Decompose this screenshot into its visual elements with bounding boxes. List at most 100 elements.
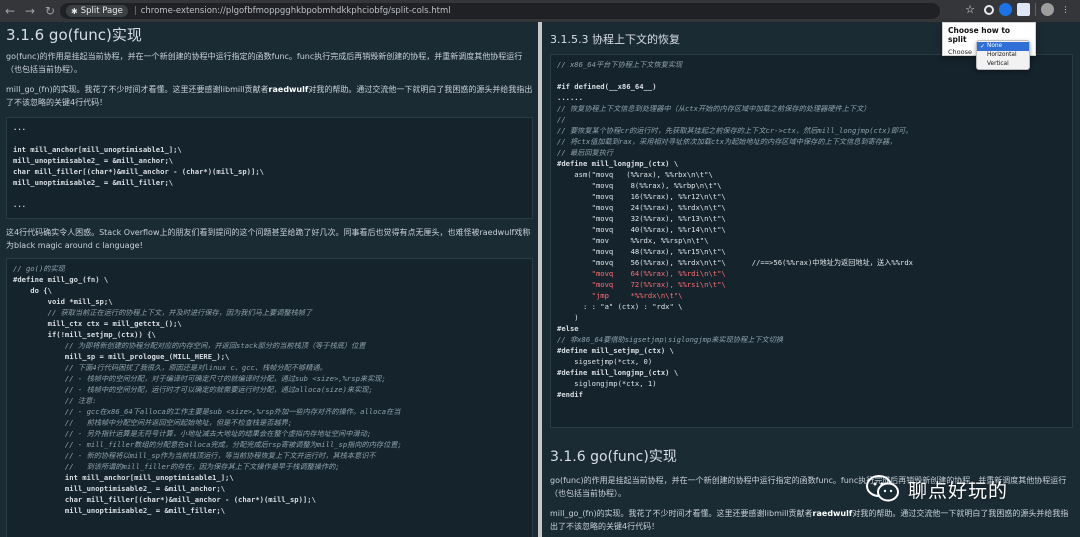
- left-code-2-line: do {\: [13, 286, 52, 295]
- right-code-line: "movq 24(%%rax), %%rdx\n\t"\: [557, 203, 726, 212]
- right-code-line: #define mill_longjmp_(ctx) \: [557, 368, 679, 377]
- url-separator: |: [133, 6, 137, 16]
- right-code-line: // 非x86_64要借助sigsetjmp\siglongjmp来实现协程上下…: [557, 335, 784, 344]
- avatar[interactable]: [1041, 3, 1054, 16]
- split-option-label: Vertical: [987, 61, 1009, 67]
- split-option-none[interactable]: ✓ None: [977, 42, 1029, 51]
- right-code-line: // 要恢复某个协程cr的运行时，先获取其挂起之前保存的上下文cr->ctx，然…: [557, 126, 913, 135]
- right-code-line: : : "a" (ctx) : "rdx" \: [557, 302, 683, 311]
- right-code-line: #define mill_setjmp_(ctx) \: [557, 346, 674, 355]
- left-code-1-line: ...: [13, 200, 26, 209]
- left-code-1-line: int mill_anchor[mill_unoptimisable1_];\: [13, 145, 182, 154]
- left-code-2-line: mill_sp = mill_prologue_(MILL_HERE_);\: [13, 352, 230, 361]
- left-code-2-line: char mill_filler[(char*)&mill_anchor - (…: [13, 495, 316, 504]
- left-code-block-1: ... int mill_anchor[mill_unoptimisable1_]…: [6, 117, 533, 219]
- wechat-icon: [866, 474, 900, 504]
- menu-dots-icon[interactable]: ⋮: [1059, 3, 1072, 16]
- right-paragraph-2-text-a: mill_go_(fn)的实现。我花了不少时间才看懂。这里还要感谢libmill…: [550, 509, 813, 518]
- left-code-1-line: [13, 133, 526, 144]
- left-paragraph-1: go(func)的作用是挂起当前协程，并在一个新创建的协程中运行指定的函数fun…: [6, 52, 523, 74]
- right-code-line: // 最后回复执行: [557, 148, 614, 157]
- right-code-line: #endif: [557, 390, 583, 399]
- right-code-line: "movq 32(%%rax), %%r13\n\t"\: [557, 214, 726, 223]
- left-code-2-line: // 注意:: [13, 396, 97, 405]
- left-code-2-line: // - gcc在x86_64下alloca的工作主要是sub <size>,%…: [13, 407, 401, 416]
- back-icon[interactable]: ←: [0, 0, 20, 22]
- left-code-2-line: mill_unoptimisable2_ = &mill_filler;\: [13, 506, 226, 515]
- extension-name: Split Page: [80, 6, 123, 16]
- right-paragraph-2: mill_go_(fn)的实现。我花了不少时间才看懂。这里还要感谢libmill…: [550, 507, 1076, 533]
- left-code-2-line: // 获取当前正在运行的协程上下文，并及时进行保存，因为我们马上要调整栈帧了: [13, 308, 313, 317]
- right-heading-2: 3.1.6 go(func)实现: [550, 449, 677, 465]
- left-code-2-line: mill_ctx ctx = mill_getctx_();\: [13, 319, 182, 328]
- forward-icon[interactable]: →: [20, 0, 40, 22]
- right-pane[interactable]: 3.1.5.3 协程上下文的恢复 // x86_64平台下协程上下文恢复实现 #i…: [542, 22, 1080, 537]
- right-code-line: asm("movq (%%rax), %%rbx\n\t"\: [557, 170, 713, 179]
- right-code-line: ): [557, 313, 579, 322]
- right-code-line: //: [557, 115, 566, 124]
- left-code-1-line: mill_unoptimisable2_ = &mill_anchor;\: [13, 156, 174, 165]
- address-bar[interactable]: ✱ Split Page | chrome-extension://plgofb…: [60, 3, 940, 19]
- blue-extension-icon[interactable]: [999, 3, 1012, 16]
- left-paragraph-2: mill_go_(fn)的实现。我花了不少时间才看懂。这里还要感谢libmill…: [6, 83, 534, 109]
- left-code-1-line: mill_unoptimisable2_ = &mill_filler;\: [13, 178, 174, 187]
- split-option-horizontal[interactable]: Horizontal: [977, 51, 1029, 60]
- right-code-line: "movq 8(%%rax), %%rbp\n\t"\: [557, 181, 722, 190]
- puzzle-icon: ✱: [71, 6, 78, 16]
- right-code-line: [557, 70, 1066, 81]
- left-code-2-line: mill_unoptimisable2_ = &mill_anchor;\: [13, 484, 226, 493]
- right-code-line: "mov %%rdx, %%rsp\n\t"\: [557, 236, 709, 245]
- extension-chip[interactable]: ✱ Split Page: [66, 5, 128, 17]
- right-code-line: "jmp *%%rdx\n\t"\: [557, 291, 683, 300]
- left-pane[interactable]: 3.1.6 go(func)实现 go(func)的作用是挂起当前协程，并在一个…: [0, 22, 538, 537]
- left-paragraph-2-text-a: mill_go_(fn)的实现。我花了不少时间才看懂。这里还要感谢libmill…: [6, 85, 269, 94]
- left-heading: 3.1.6 go(func)实现: [6, 26, 142, 44]
- left-code-2-line: // - 另外指针运算是无符号计算，小地址减去大地址的结果会在整个虚拟内存地址空…: [13, 429, 372, 438]
- bookmark-star-icon[interactable]: ☆: [965, 3, 975, 16]
- left-paragraph-2-bold: raedwulf: [268, 85, 309, 94]
- left-code-2-line: #define mill_go_(fn) \: [13, 275, 109, 284]
- left-code-2-line: void *mill_sp;\: [13, 297, 113, 306]
- right-code-line: #if defined(__x86_64__): [557, 82, 657, 91]
- left-code-2-line: // go()的实现: [13, 264, 65, 273]
- reload-icon[interactable]: ↻: [40, 0, 60, 22]
- right-code-line: #define mill_longjmp_(ctx) \: [557, 159, 679, 168]
- right-code-line: "movq 72(%%rax), %%rsi\n\t"\: [557, 280, 726, 289]
- left-code-2-line: // - 栈帧中的空间分配，运行时才可以确定的就需要运行时分配，通过alloca…: [13, 385, 373, 394]
- left-code-2-line: // 前栈帧中分配空间并返回空间起始地址，但是不检查栈是否越界;: [13, 418, 293, 427]
- left-code-2-line: // 下面4行代码困扰了我很久，原因还是对linux c、gcc、栈帧分配不够精…: [13, 363, 327, 372]
- left-paragraph-3: 这4行代码确实令人困惑。Stack Overflow上的朋友们看到提问的这个问题…: [6, 228, 531, 250]
- right-code-line: ......: [557, 93, 583, 102]
- wechat-watermark: 聊点好玩的: [866, 474, 1008, 504]
- watermark-text: 聊点好玩的: [908, 479, 1009, 502]
- left-code-1-line: char mill_filler[(char*)&mill_anchor - (…: [13, 167, 264, 176]
- right-code-line: siglongjmp(*ctx, 1): [557, 379, 657, 388]
- right-code-line: "movq 16(%%rax), %%r12\n\t"\: [557, 192, 726, 201]
- url-text: chrome-extension://plgofbfmoppgghkbpobmh…: [140, 6, 451, 16]
- circle-extension-icon[interactable]: [984, 4, 994, 15]
- right-heading-1: 3.1.5.3 协程上下文的恢复: [550, 33, 680, 46]
- left-code-1-line: ...: [13, 123, 26, 132]
- left-code-2-line: if(!mill_setjmp_(ctx)) {\: [13, 330, 156, 339]
- right-code-line: "movq 64(%%rax), %%rdi\n\t"\: [557, 269, 726, 278]
- toolbar-separator: [1035, 3, 1036, 16]
- split-page-extension-icon[interactable]: [1017, 3, 1030, 16]
- left-code-2-line: // - mill_filler数组的分配意在alloca完成，分配完成后rsp…: [13, 440, 402, 449]
- right-code-line: sigsetjmp(*ctx, 0): [557, 357, 653, 366]
- right-code-line: "movq 56(%%rax), %%rdx\n\t"\ //==>56(%%r…: [557, 258, 914, 267]
- right-code-line: "movq 48(%%rax), %%r15\n\t"\: [557, 247, 726, 256]
- left-code-2-line: // 为即将新创建的协程分配对应的内存空间，并返回stack部分的当前栈顶（等于…: [13, 341, 366, 350]
- left-code-block-2: // go()的实现 #define mill_go_(fn) \ do {\ v…: [6, 258, 533, 537]
- left-code-2-line: int mill_anchor[mill_unoptimisable1_];\: [13, 473, 234, 482]
- browser-toolbar: ← → ↻ ✱ Split Page | chrome-extension://…: [0, 0, 1080, 22]
- right-code-block: // x86_64平台下协程上下文恢复实现 #if defined(__x86_6…: [550, 54, 1073, 428]
- split-option-label: None: [987, 43, 1003, 49]
- split-mode-dropdown[interactable]: ✓ None Horizontal Vertical: [976, 40, 1030, 70]
- left-code-1-line: [13, 188, 526, 199]
- left-code-2-line: // - 新的协程将以mill_sp作为当前栈顶运行，等当前协程恢复上下文并运行…: [13, 451, 376, 460]
- split-option-vertical[interactable]: Vertical: [977, 60, 1029, 69]
- left-code-2-line: // - 栈帧中的空间分配，对于编译时可确定尺寸的就编译时分配，通过sub <s…: [13, 374, 386, 383]
- right-code-line: // 将ctx值加载到rax，采用相对寻址依次加载ctx为起始地址的内存区域中保…: [557, 137, 897, 146]
- left-code-2-line: // 到该所谓的mill_filler的存在，因为保存其上下文操作是早于栈调整操…: [13, 462, 340, 471]
- toolbar-icons: ☆ ⋮: [965, 3, 1072, 16]
